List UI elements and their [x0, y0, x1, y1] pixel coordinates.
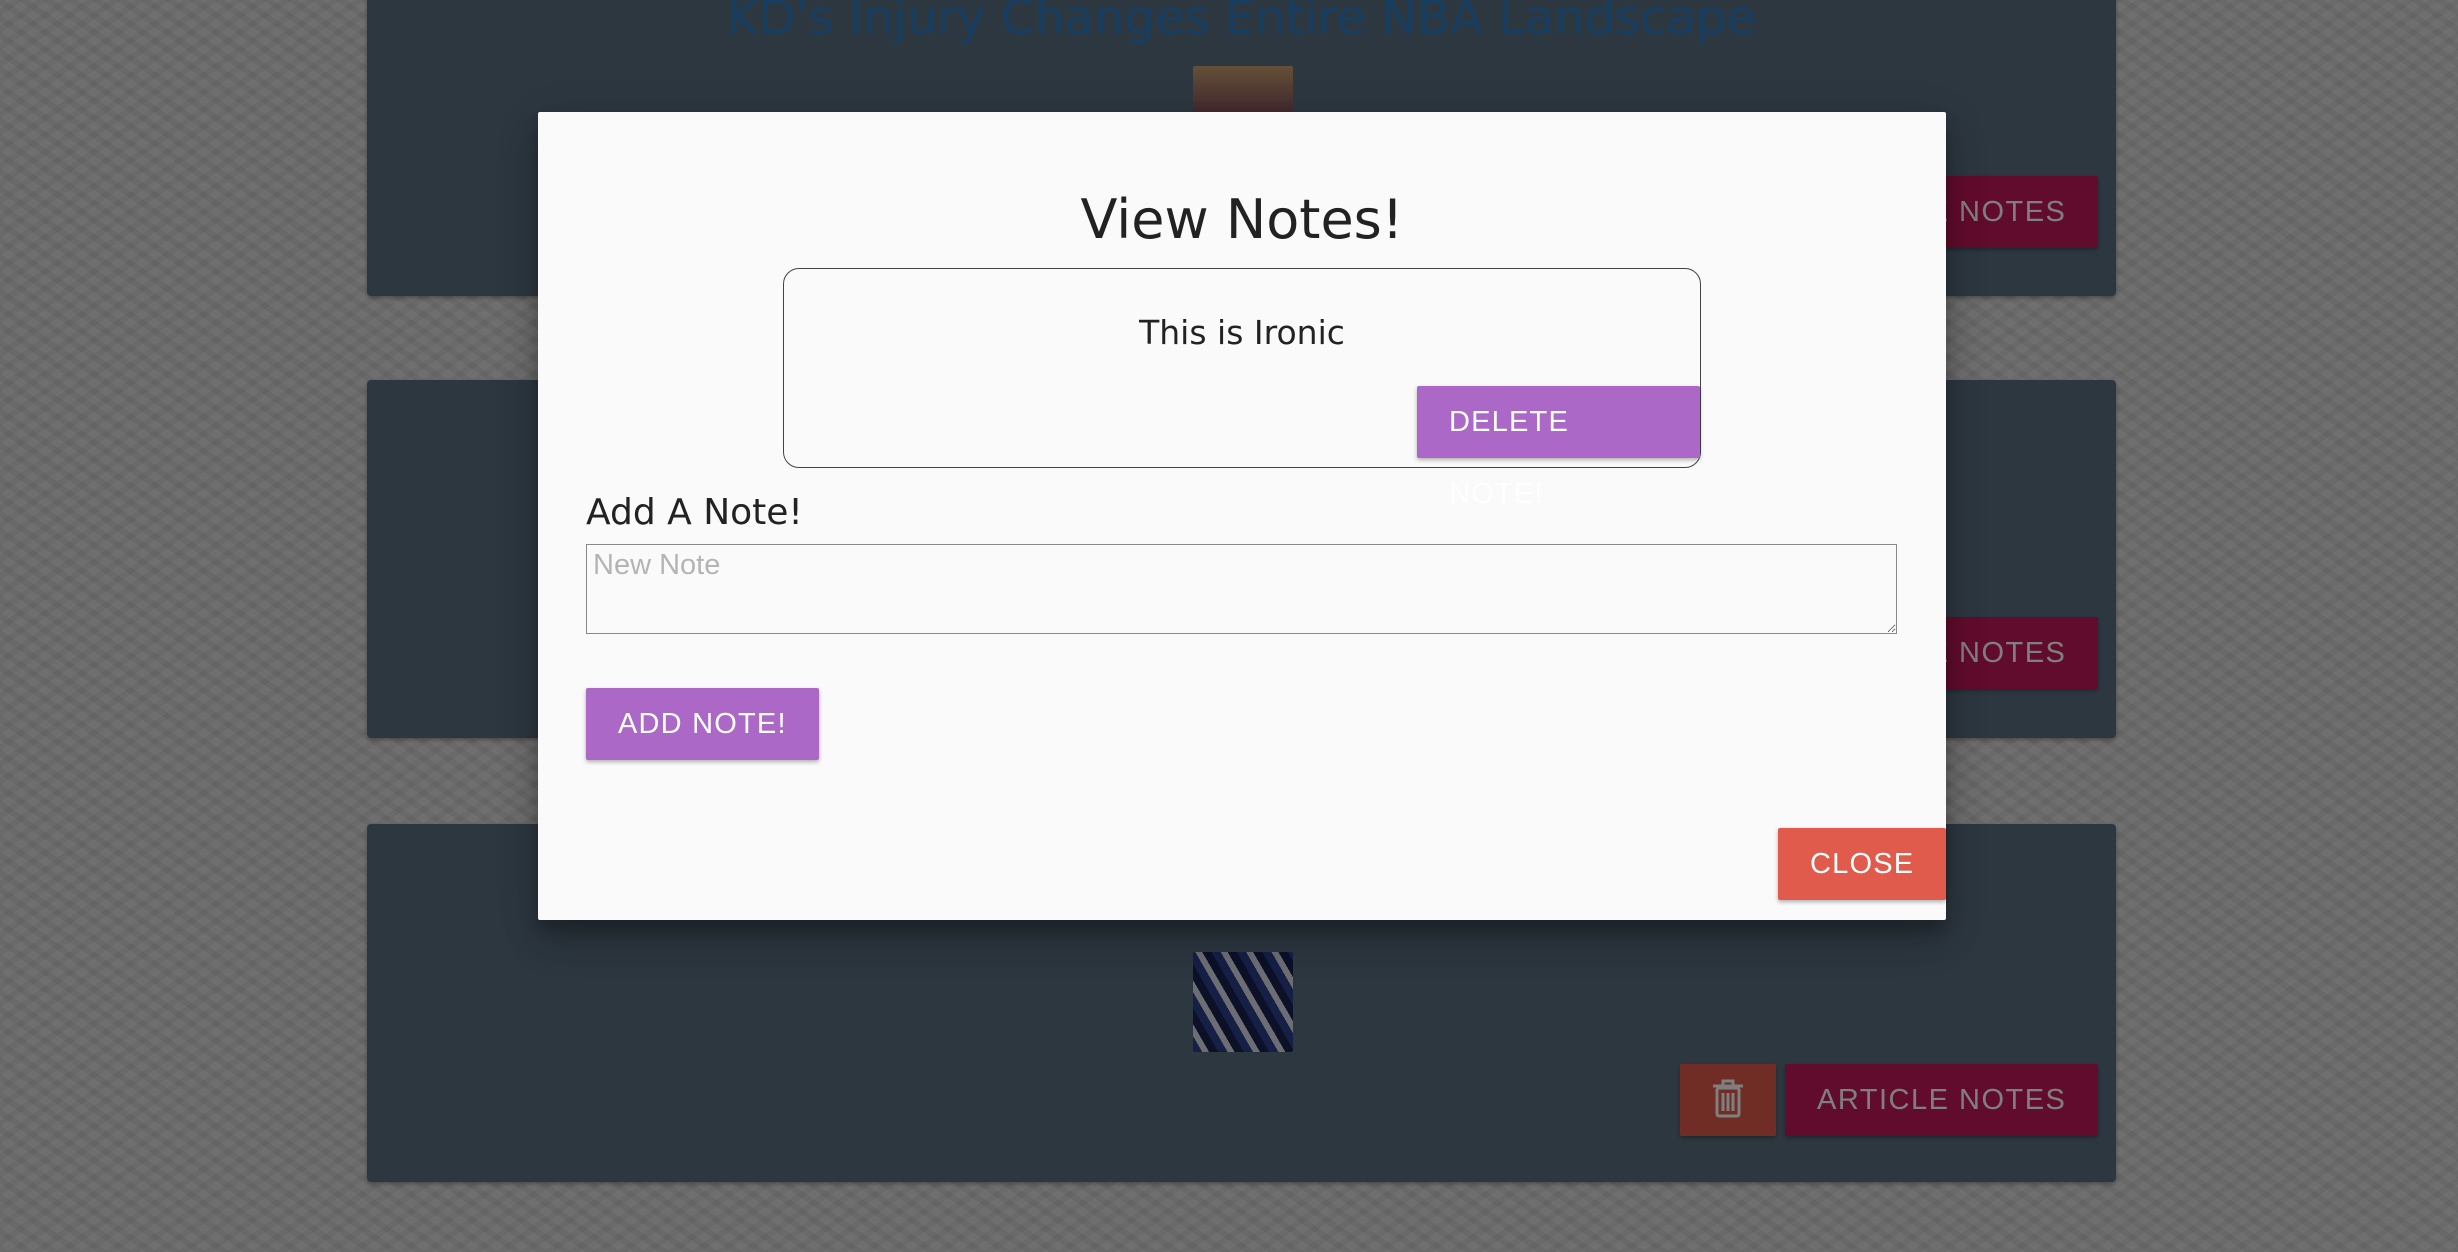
new-note-input[interactable] — [586, 544, 1897, 634]
close-button[interactable]: CLOSE — [1778, 828, 1947, 900]
note-text: This is Ironic — [1139, 313, 1345, 352]
view-notes-modal: View Notes! This is Ironic DELETE NOTE! … — [538, 112, 1947, 920]
modal-title: View Notes! — [1080, 188, 1404, 251]
delete-note-button[interactable]: DELETE NOTE! — [1417, 386, 1700, 510]
add-note-button[interactable]: ADD NOTE! — [586, 688, 819, 760]
add-note-label: Add A Note! — [586, 492, 803, 533]
note-item: This is Ironic DELETE NOTE! — [783, 268, 1701, 510]
